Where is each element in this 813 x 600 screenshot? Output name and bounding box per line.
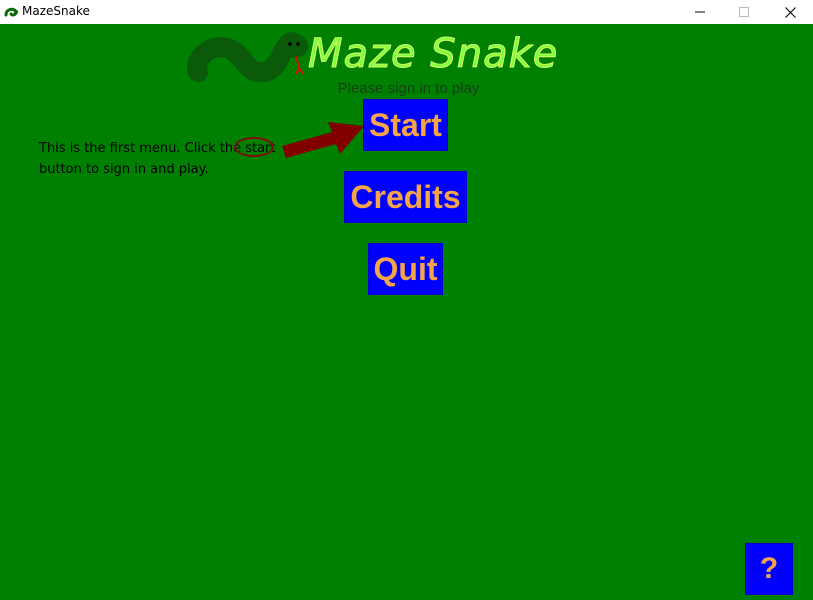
minimize-button[interactable] xyxy=(677,0,723,24)
close-button[interactable] xyxy=(767,0,813,24)
help-button[interactable]: ? xyxy=(745,543,793,595)
subtitle-text: Please sign in to play xyxy=(337,80,480,97)
title-bar: MazeSnake xyxy=(0,0,813,24)
signin-subtitle: Please sign in to play xyxy=(0,80,813,97)
window-title: MazeSnake xyxy=(22,4,90,18)
close-icon xyxy=(784,6,796,18)
quit-button[interactable]: Quit xyxy=(368,243,443,295)
logo-wordmark: Maze Snake xyxy=(307,31,559,78)
maximize-icon xyxy=(739,7,749,17)
snake-logo-icon xyxy=(187,32,308,83)
snake-app-icon xyxy=(4,7,19,17)
annotation-arrow-icon xyxy=(282,122,364,158)
annotation-circle xyxy=(234,137,274,157)
app-window: MazeSnake Maze Snake Please sign in to p… xyxy=(0,0,813,600)
game-logo: Maze Snake xyxy=(184,28,558,84)
credits-button[interactable]: Credits xyxy=(344,171,467,223)
start-button[interactable]: Start xyxy=(363,99,448,151)
maximize-button[interactable] xyxy=(721,0,767,24)
minimize-icon xyxy=(695,11,705,13)
game-canvas: Maze Snake Please sign in to play Start … xyxy=(0,24,813,600)
